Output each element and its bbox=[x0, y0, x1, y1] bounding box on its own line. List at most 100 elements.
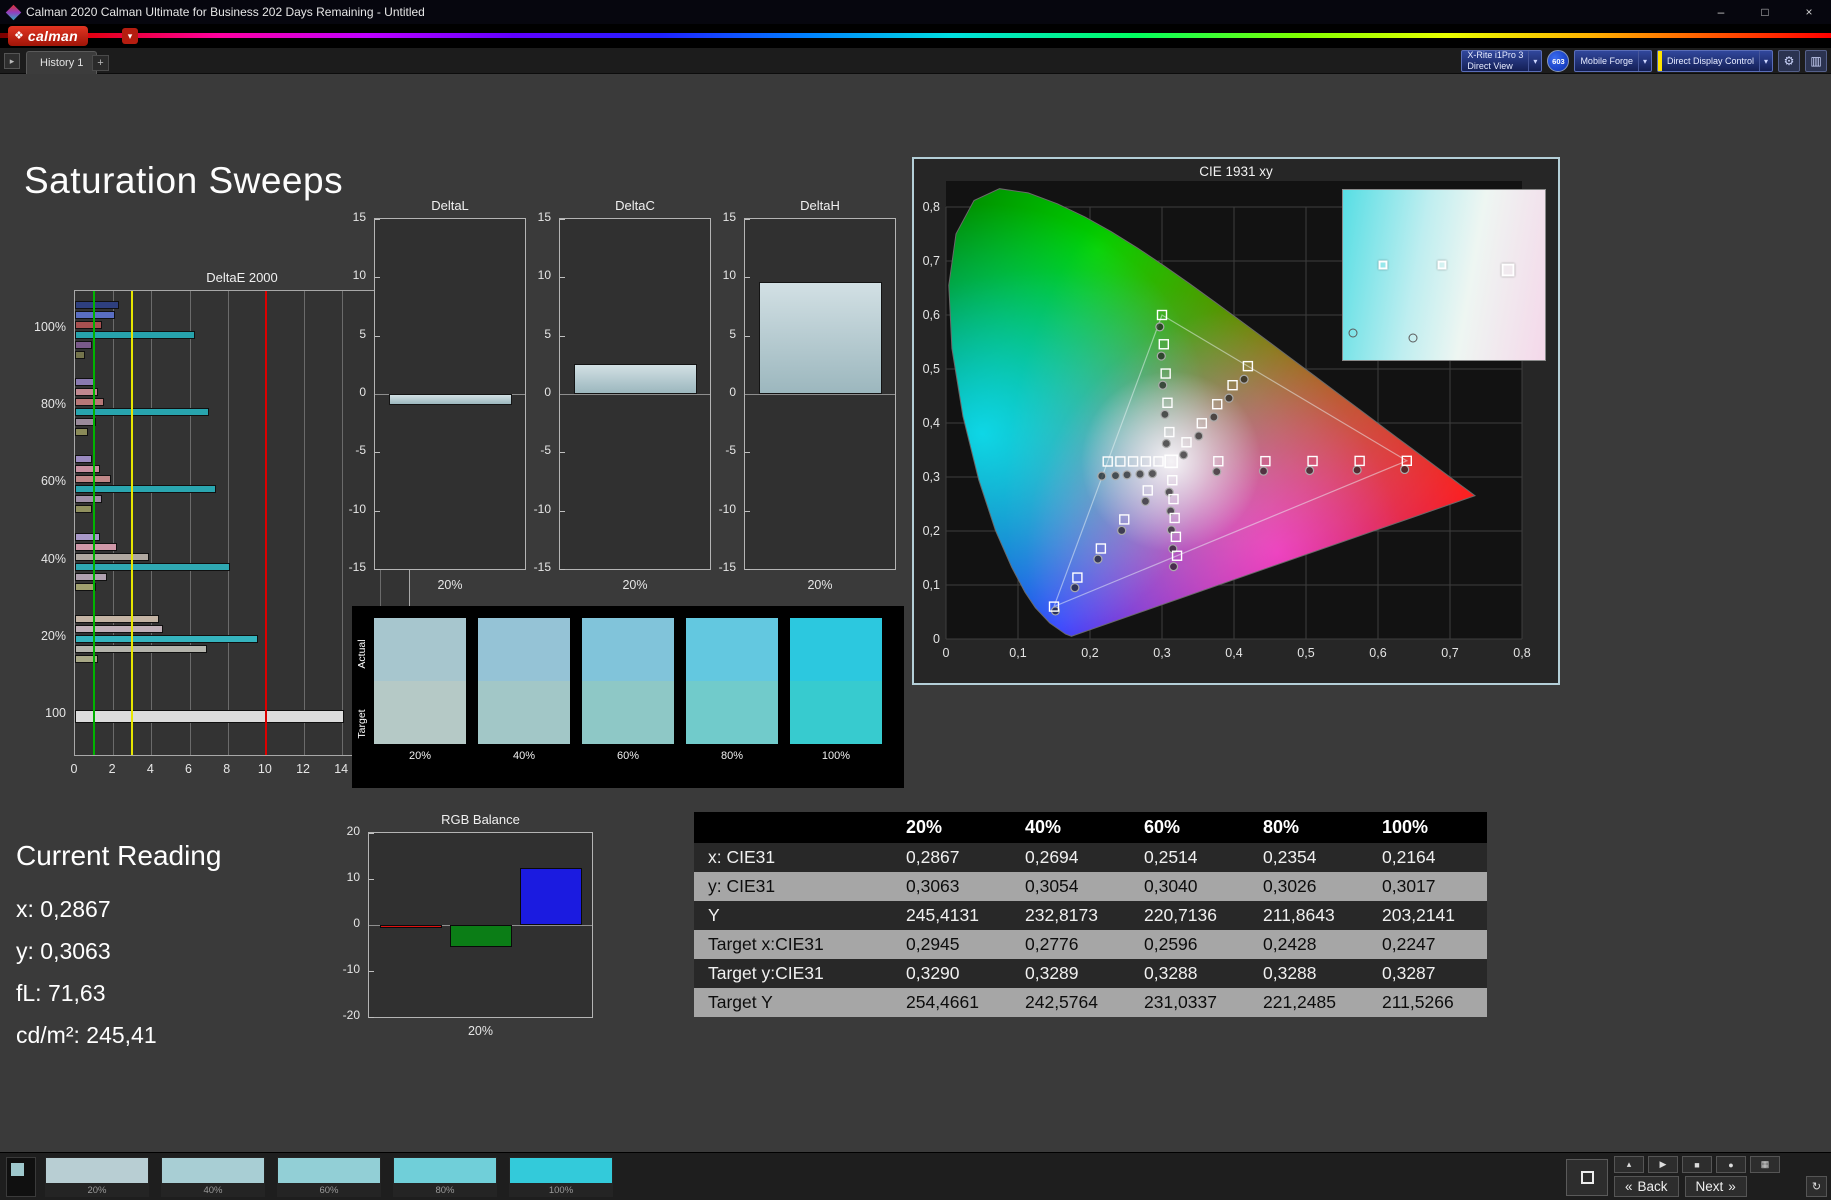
y-axis-tick-label: 10 bbox=[347, 870, 360, 884]
table-row: Target Y254,4661242,5764231,0337221,2485… bbox=[694, 988, 1487, 1017]
sweep-swatch-button[interactable]: 80% bbox=[393, 1157, 497, 1197]
sweep-swatch-button[interactable]: 40% bbox=[161, 1157, 265, 1197]
rainbow-strip bbox=[0, 33, 1831, 38]
inset-measured-point bbox=[1349, 328, 1358, 337]
refresh-button[interactable]: ↻ bbox=[1806, 1176, 1827, 1197]
tick-mark bbox=[375, 511, 380, 512]
measured-point bbox=[1240, 375, 1248, 383]
delta-e-bar bbox=[75, 351, 85, 359]
delta-e-bar bbox=[75, 635, 258, 643]
blue-balance-bar bbox=[520, 868, 582, 926]
table-cell: 203,2141 bbox=[1368, 901, 1487, 930]
y-axis-category-label: 60% bbox=[41, 474, 66, 488]
close-button[interactable]: × bbox=[1787, 0, 1831, 24]
layout-thumbnail-button[interactable] bbox=[6, 1157, 36, 1197]
calman-logo-button[interactable]: ❖ calman bbox=[8, 26, 88, 46]
red-balance-bar bbox=[380, 925, 442, 928]
sweep-swatch-buttons: 20% 40% 60% 80% 100% bbox=[45, 1157, 613, 1197]
delta-c-chart: DeltaC 151050-5-10-15 20% bbox=[523, 198, 721, 610]
next-button[interactable]: Next » bbox=[1685, 1176, 1747, 1197]
tick-mark bbox=[745, 569, 750, 570]
table-cell: 0,3063 bbox=[892, 872, 1011, 901]
window-titlebar: Calman 2020 Calman Ultimate for Business… bbox=[0, 0, 1831, 24]
logo-menu-button[interactable]: ▾ bbox=[122, 28, 138, 44]
maximize-button[interactable]: □ bbox=[1743, 0, 1787, 24]
table-cell: 0,2354 bbox=[1249, 843, 1368, 872]
grid-button[interactable]: ▦ bbox=[1750, 1156, 1780, 1173]
table-cell: 0,2428 bbox=[1249, 930, 1368, 959]
settings-gear-button[interactable]: ⚙ bbox=[1778, 50, 1800, 72]
sweep-swatch-button[interactable]: 60% bbox=[277, 1157, 381, 1197]
stop-button[interactable]: ■ bbox=[1682, 1156, 1712, 1173]
table-row: Y245,4131232,8173220,7136211,8643203,214… bbox=[694, 901, 1487, 930]
minimize-button[interactable]: – bbox=[1699, 0, 1743, 24]
layout-list-button[interactable]: ▥ bbox=[1805, 50, 1827, 72]
stop-measurement-button[interactable] bbox=[1566, 1159, 1608, 1196]
y-axis-tick-label: 5 bbox=[729, 327, 736, 341]
add-tab-button[interactable]: + bbox=[92, 55, 109, 71]
meter-selector[interactable]: X-Rite i1Pro 3 Direct View ▾ bbox=[1461, 50, 1542, 72]
y-axis-labels: 151050-5-10-15 bbox=[338, 218, 370, 570]
swatch-cell bbox=[686, 618, 778, 744]
actual-swatch bbox=[686, 618, 778, 681]
sweep-swatch-button[interactable]: 100% bbox=[509, 1157, 613, 1197]
table-cell: 254,4661 bbox=[892, 988, 1011, 1017]
y-axis-tick-label: 0 bbox=[353, 916, 360, 930]
y-axis-tick-label: -5 bbox=[725, 443, 736, 457]
y-axis-tick-label: -5 bbox=[355, 443, 366, 457]
meter-mode: Direct View bbox=[1467, 61, 1523, 72]
reference-line bbox=[265, 291, 267, 755]
delta-e-bar bbox=[75, 378, 94, 386]
tick-mark bbox=[375, 569, 380, 570]
measured-point bbox=[1098, 472, 1106, 480]
measured-point bbox=[1157, 352, 1165, 360]
svg-text:0,8: 0,8 bbox=[1513, 646, 1530, 660]
column-header: 40% bbox=[1011, 812, 1130, 843]
stop-icon bbox=[1581, 1171, 1594, 1184]
table-cell: 231,0337 bbox=[1130, 988, 1249, 1017]
inset-target-point bbox=[1501, 263, 1514, 276]
delta-e-bar bbox=[75, 543, 117, 551]
source-selector[interactable]: Mobile Forge ▾ bbox=[1574, 50, 1652, 72]
svg-text:0,7: 0,7 bbox=[1441, 646, 1458, 660]
inset-target-point bbox=[1437, 260, 1446, 269]
next-label: Next bbox=[1696, 1179, 1724, 1194]
back-button[interactable]: « Back bbox=[1614, 1176, 1679, 1197]
delta-e-bar bbox=[75, 455, 92, 463]
tick-mark bbox=[560, 569, 565, 570]
measured-point bbox=[1148, 470, 1156, 478]
rgb-balance-chart: RGB Balance 20100-10-20 20% bbox=[330, 812, 622, 1060]
measured-point bbox=[1161, 410, 1169, 418]
tab-history-1[interactable]: History 1 bbox=[26, 51, 97, 74]
table-cell: 0,2247 bbox=[1368, 930, 1487, 959]
swatch-cell bbox=[374, 618, 466, 744]
delta-e-bar bbox=[75, 428, 88, 436]
target-swatch bbox=[686, 681, 778, 744]
actual-swatch bbox=[582, 618, 674, 681]
svg-text:0,3: 0,3 bbox=[1153, 646, 1170, 660]
x-axis-tick-label: 0 bbox=[65, 762, 83, 776]
tick-mark bbox=[745, 219, 750, 220]
y-axis-tick-label: 15 bbox=[353, 210, 366, 224]
reference-line bbox=[131, 291, 133, 755]
eject-button[interactable]: ▴ bbox=[1614, 1156, 1644, 1173]
target-row-label: Target bbox=[356, 694, 368, 754]
inset-measured-point bbox=[1408, 333, 1417, 342]
display-control-selector[interactable]: Direct Display Control ▾ bbox=[1657, 50, 1773, 72]
record-button[interactable]: ● bbox=[1716, 1156, 1746, 1173]
row-label: Target y:CIE31 bbox=[694, 959, 892, 988]
play-button[interactable]: ▶ bbox=[1648, 1156, 1678, 1173]
table-cell: 242,5764 bbox=[1011, 988, 1130, 1017]
y-axis-tick-label: 20 bbox=[347, 824, 360, 838]
tick-mark bbox=[745, 511, 750, 512]
tick-mark bbox=[560, 219, 565, 220]
measured-point bbox=[1353, 466, 1361, 474]
y-axis-labels: 100%80%60%40%20%100 bbox=[30, 290, 70, 756]
tab-scroll-button[interactable]: ▸ bbox=[4, 53, 20, 69]
swatch-label: 80% bbox=[393, 1185, 497, 1196]
cie-zoom-inset bbox=[1342, 189, 1546, 361]
sweep-swatch-button[interactable]: 20% bbox=[45, 1157, 149, 1197]
swatch bbox=[510, 1158, 612, 1183]
table-cell: 0,2945 bbox=[892, 930, 1011, 959]
tick-mark bbox=[745, 336, 750, 337]
